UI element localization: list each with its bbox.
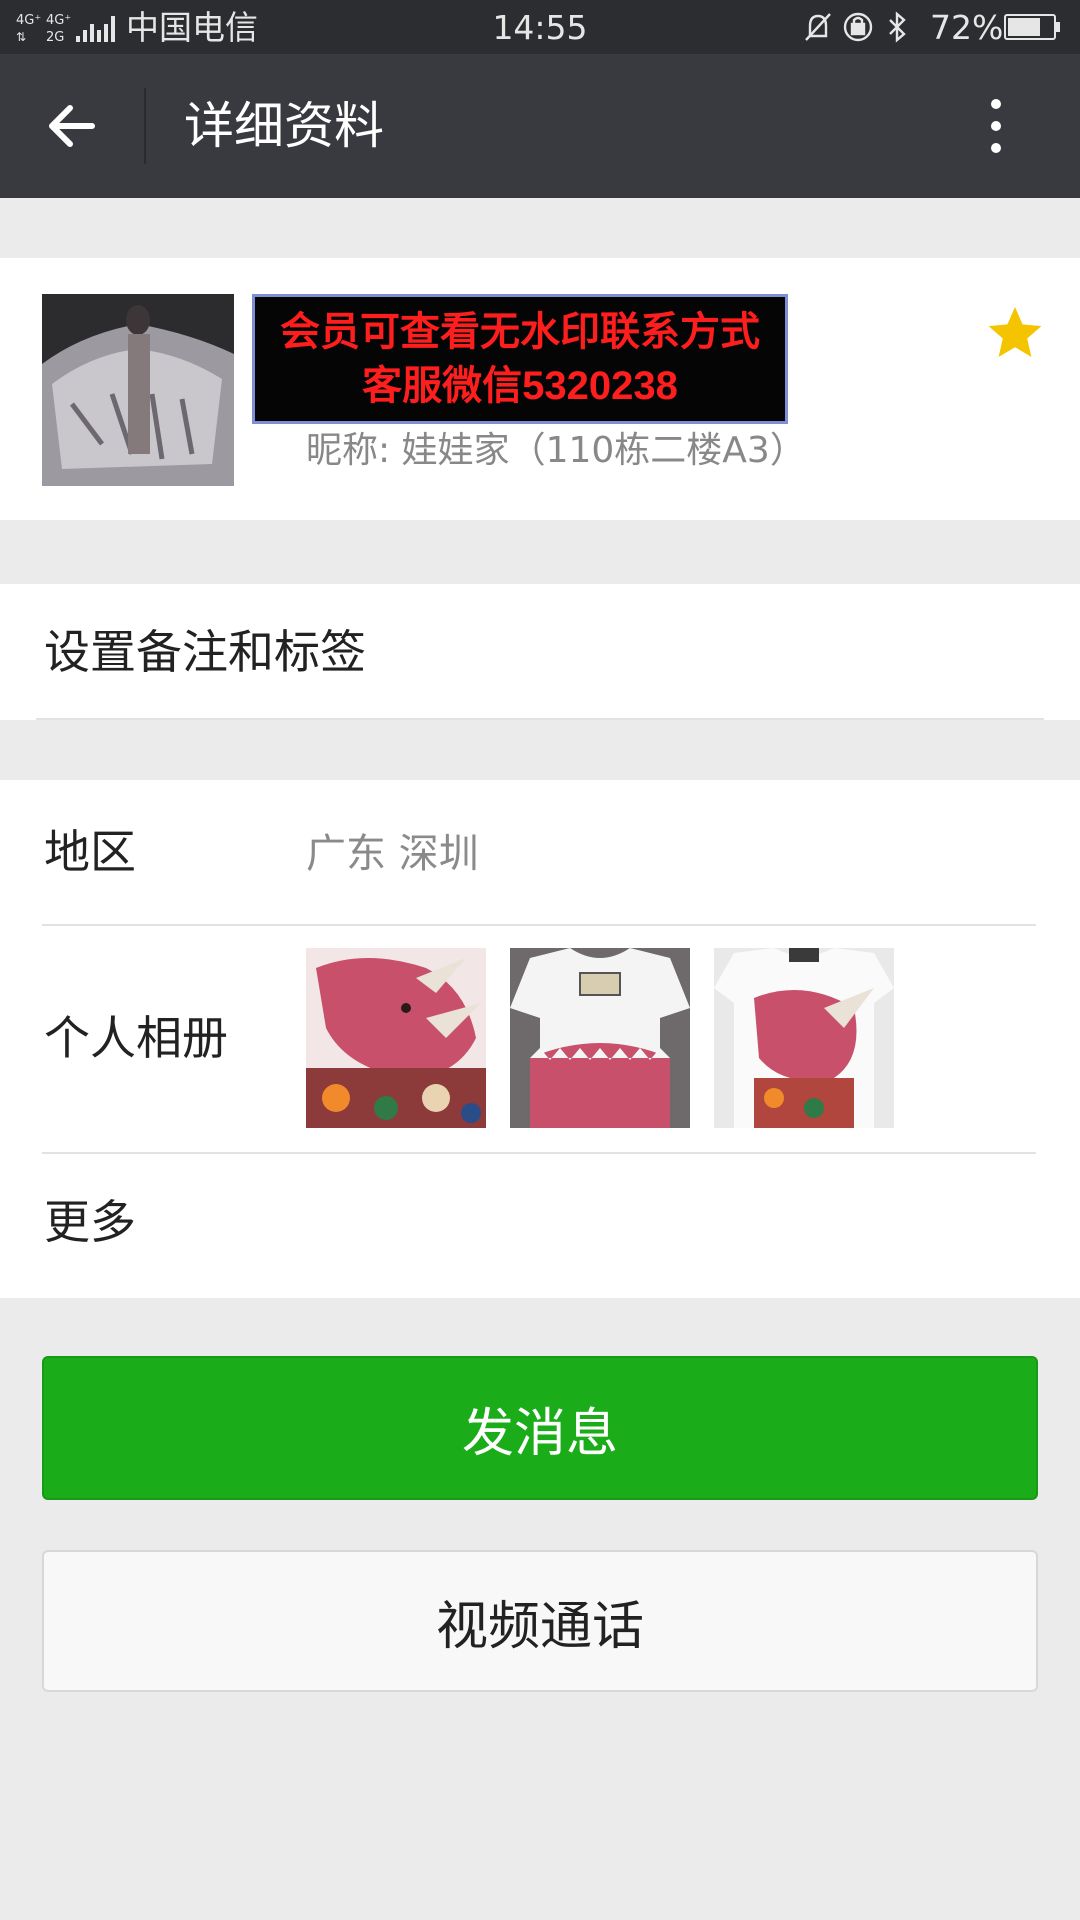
toolbar-divider — [144, 88, 146, 164]
send-message-button[interactable]: 发消息 — [42, 1356, 1038, 1500]
bluetooth-icon — [889, 11, 906, 43]
white-tshirt-dinosaur-photo — [714, 948, 894, 1128]
divider — [36, 718, 1044, 720]
info-card: 地区 广东 深圳 个人相册 更多 — [0, 780, 1080, 1298]
star-icon[interactable] — [986, 304, 1044, 362]
white-tshirt-photo — [510, 948, 690, 1128]
rotation-lock-icon — [843, 12, 873, 42]
region-row: 地区 广东 深圳 — [0, 780, 1080, 924]
toolbar: 详细资料 — [0, 54, 1080, 198]
album-label: 个人相册 — [44, 1011, 228, 1065]
avatar-image — [42, 294, 234, 486]
region-value: 广东 深圳 — [306, 831, 479, 877]
battery-percent: 72% — [930, 8, 1004, 47]
more-vertical-icon — [991, 99, 1001, 109]
clock: 14:55 — [492, 8, 588, 47]
status-bar: 4G⁺ ⇅ 4G⁺ 2G 中国电信 14:55 72% — [0, 0, 1080, 54]
album-photo-2[interactable] — [510, 948, 690, 1128]
status-icons — [805, 11, 906, 43]
profile-card: 会员可查看无水印联系方式 客服微信5320238 昵称: 娃娃家（110栋二楼A… — [0, 258, 1080, 520]
avatar[interactable] — [42, 294, 234, 486]
album-row[interactable]: 个人相册 — [0, 926, 1080, 1152]
back-button[interactable] — [30, 90, 114, 162]
watermark-line-2: 客服微信5320238 — [362, 364, 678, 408]
album-photo-3[interactable] — [714, 948, 894, 1128]
watermark-line-1: 会员可查看无水印联系方式 — [280, 310, 760, 354]
watermark-banner: 会员可查看无水印联系方式 客服微信5320238 — [252, 294, 788, 424]
region-label: 地区 — [44, 825, 136, 879]
nickname: 昵称: 娃娃家（110栋二楼A3） — [306, 430, 806, 471]
battery-icon — [1004, 14, 1060, 40]
more-label: 更多 — [44, 1195, 136, 1249]
arrow-left-icon — [49, 105, 95, 147]
album-photo-1[interactable] — [306, 948, 486, 1128]
remark-label: 设置备注和标签 — [44, 625, 366, 679]
more-row[interactable]: 更多 — [0, 1154, 1080, 1298]
more-menu-button[interactable] — [966, 90, 1026, 162]
page-title: 详细资料 — [184, 97, 384, 155]
remark-row[interactable]: 设置备注和标签 — [0, 584, 1080, 720]
video-call-button[interactable]: 视频通话 — [42, 1550, 1038, 1692]
mute-icon — [805, 13, 831, 41]
dinosaur-print-photo — [306, 948, 486, 1128]
